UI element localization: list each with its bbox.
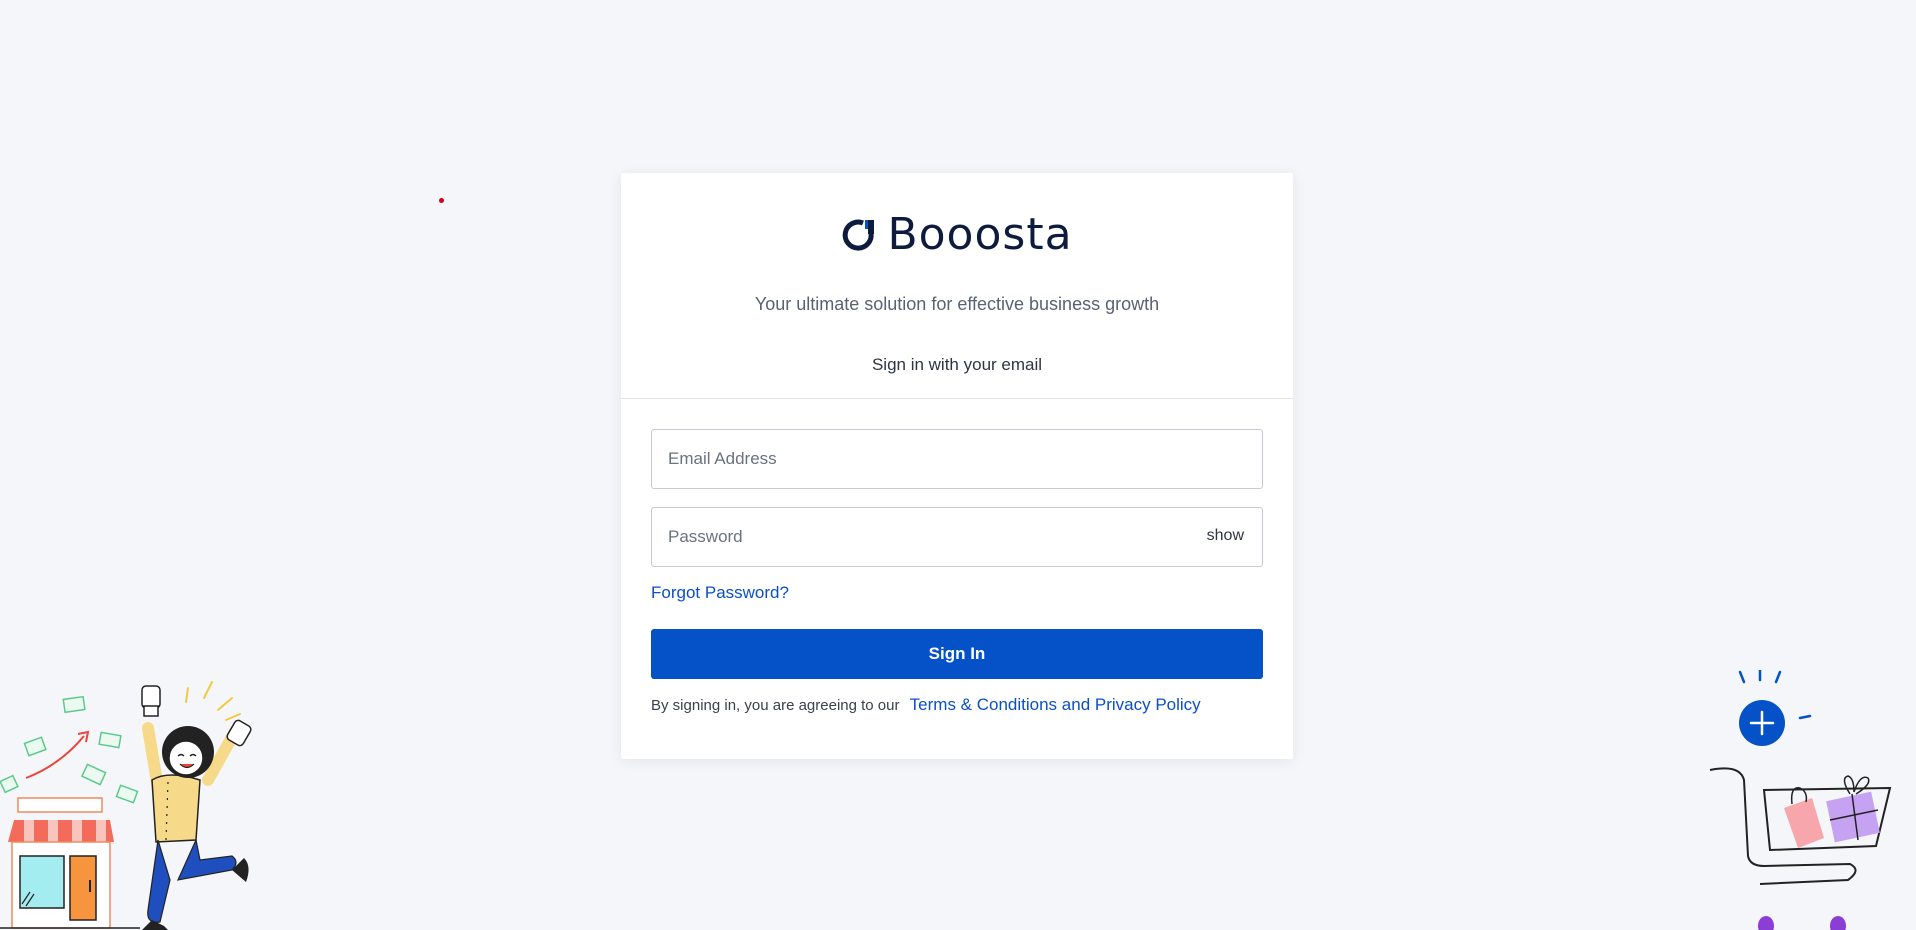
show-password-toggle[interactable]: show xyxy=(1207,527,1244,545)
signin-subtitle: Sign in with your email xyxy=(871,355,1043,374)
signin-form: show Forgot Password? Sign In By signing… xyxy=(651,429,1263,715)
celebrating-shop-owner-illustration xyxy=(0,681,252,930)
login-card: Booosta Your ultimate solution for effec… xyxy=(621,173,1293,759)
legal-notice: By signing in, you are agreeing to our T… xyxy=(651,695,1263,715)
password-field-wrapper: show xyxy=(651,507,1263,567)
shopping-cart-add-illustration xyxy=(1709,670,1892,930)
sign-in-button[interactable]: Sign In xyxy=(651,629,1263,679)
email-field-wrapper xyxy=(651,429,1263,489)
booosta-logo-icon xyxy=(843,219,875,251)
login-page: Booosta Your ultimate solution for effec… xyxy=(0,0,1916,930)
tagline: Your ultimate solution for effective bus… xyxy=(754,294,1160,314)
brand-logo: Booosta xyxy=(621,213,1293,257)
forgot-password-link[interactable]: Forgot Password? xyxy=(651,583,789,603)
brand-name: Booosta xyxy=(887,209,1073,260)
email-field[interactable] xyxy=(652,430,1262,488)
card-header: Booosta Your ultimate solution for effec… xyxy=(621,173,1293,399)
red-dot xyxy=(439,198,444,203)
terms-privacy-link[interactable]: Terms & Conditions and Privacy Policy xyxy=(910,695,1201,714)
password-field[interactable] xyxy=(652,508,1262,566)
legal-prefix: By signing in, you are agreeing to our xyxy=(651,697,900,714)
